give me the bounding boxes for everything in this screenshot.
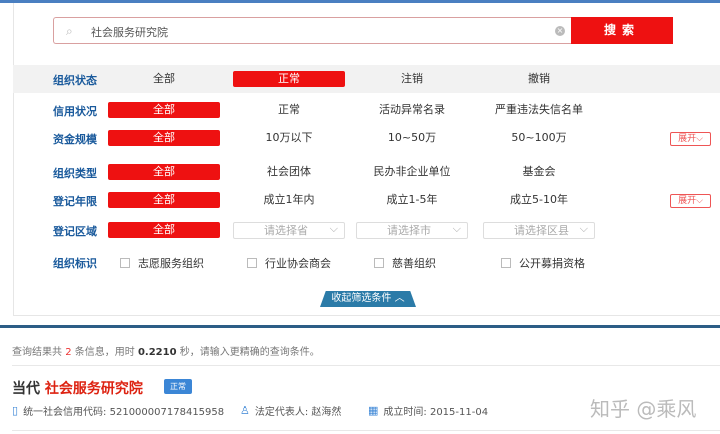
filter-row: 登记区域全部请选择省请选择市请选择区县 [13, 216, 720, 244]
search-button[interactable]: 搜索 [571, 17, 673, 44]
filter-option[interactable]: 成立1-5年 [356, 192, 468, 208]
filter-label: 登记年限 [53, 195, 97, 208]
filter-row: 组织标识 志愿服务组织 行业协会商会 慈善组织 公开募捐资格 [13, 248, 720, 276]
region-select[interactable]: 请选择区县 [483, 221, 595, 239]
filter-row: 信用状况 全部 正常 活动异常名录 严重违法失信名单 [13, 96, 720, 124]
result-info: 查询结果共 2 条信息，用时 0.2210 秒，请输入更精确的查询条件。 [12, 347, 320, 358]
filter-label: 组织标识 [53, 257, 97, 270]
filter-label: 资金规模 [53, 133, 97, 146]
person-icon: ♙ [240, 404, 250, 417]
region-select[interactable]: 请选择市 [356, 221, 468, 239]
search-icon: ⌕ [66, 24, 73, 38]
checkbox-icon[interactable] [501, 258, 511, 268]
filter-option[interactable]: 全部 [108, 192, 220, 208]
filter-label: 登记区域 [53, 225, 97, 238]
filter-option[interactable]: 全部 [108, 222, 220, 238]
result-title[interactable]: 当代 社会服务研究院 [12, 378, 143, 398]
filter-row: 组织类型 全部 社会团体 民办非企业单位 基金会 [13, 158, 720, 186]
filter-label: 组织类型 [53, 167, 97, 180]
filter-option[interactable]: 10万以下 [233, 130, 345, 146]
checkbox-icon[interactable] [374, 258, 384, 268]
filter-checkbox[interactable]: 志愿服务组织 [120, 255, 204, 271]
filter-option[interactable]: 50~100万 [483, 130, 595, 146]
filter-option[interactable]: 基金会 [483, 164, 595, 180]
filter-row: 资金规模 全部 10万以下 10~50万 50~100万 展开⌵ [13, 124, 720, 152]
collapse-filters-button[interactable]: 收起筛选条件 ︿ [320, 291, 416, 307]
filter-option[interactable]: 成立1年内 [233, 192, 345, 208]
expand-button[interactable]: 展开⌵ [670, 132, 711, 146]
filter-option[interactable]: 社会团体 [233, 164, 345, 180]
checkbox-icon[interactable] [247, 258, 257, 268]
filter-option[interactable]: 10~50万 [356, 130, 468, 146]
status-badge: 正常 [164, 379, 192, 394]
watermark: 知乎 @乘风 [590, 397, 697, 421]
filter-option[interactable]: 全部 [108, 71, 220, 87]
filter-label: 信用状况 [53, 105, 97, 118]
filter-row: 登记年限 全部 成立1年内 成立1-5年 成立5-10年 展开⌵ [13, 186, 720, 214]
filter-option[interactable]: 严重违法失信名单 [483, 102, 595, 118]
filter-option[interactable]: 注销 [356, 71, 468, 87]
filter-option[interactable]: 成立5-10年 [483, 192, 595, 208]
divider [0, 325, 720, 328]
filter-option[interactable]: 正常 [233, 102, 345, 118]
filter-option[interactable]: 全部 [108, 102, 220, 118]
credit-code: ▯ 统一社会信用代码: 521000007178415958 [12, 404, 225, 418]
filter-checkbox[interactable]: 行业协会商会 [247, 255, 331, 271]
filter-checkbox[interactable]: 公开募捐资格 [501, 255, 585, 271]
divider [12, 430, 720, 431]
filter-option[interactable]: 撤销 [483, 71, 595, 87]
filter-label: 组织状态 [53, 74, 97, 87]
divider [12, 365, 720, 366]
filter-option[interactable]: 全部 [108, 130, 220, 146]
book-icon: ▯ [12, 404, 19, 417]
founded-date: ▦ 成立时间: 2015-11-04 [368, 404, 489, 418]
legal-rep: ♙ 法定代表人: 赵海然 [240, 404, 342, 418]
search-input[interactable]: ⌕ 社会服务研究院 × [53, 17, 571, 44]
expand-button[interactable]: 展开⌵ [670, 194, 711, 208]
filter-option[interactable]: 全部 [108, 164, 220, 180]
checkbox-icon[interactable] [120, 258, 130, 268]
clear-icon[interactable]: × [555, 26, 565, 36]
search-value: 社会服务研究院 [91, 26, 168, 39]
filter-checkbox[interactable]: 慈善组织 [374, 255, 436, 271]
filter-option[interactable]: 民办非企业单位 [356, 164, 468, 180]
filter-option[interactable]: 正常 [233, 71, 345, 87]
calendar-icon: ▦ [368, 404, 379, 417]
region-select[interactable]: 请选择省 [233, 221, 345, 239]
filter-option[interactable]: 活动异常名录 [356, 102, 468, 118]
filter-row: 组织状态 全部 正常 注销 撤销 [13, 65, 720, 93]
